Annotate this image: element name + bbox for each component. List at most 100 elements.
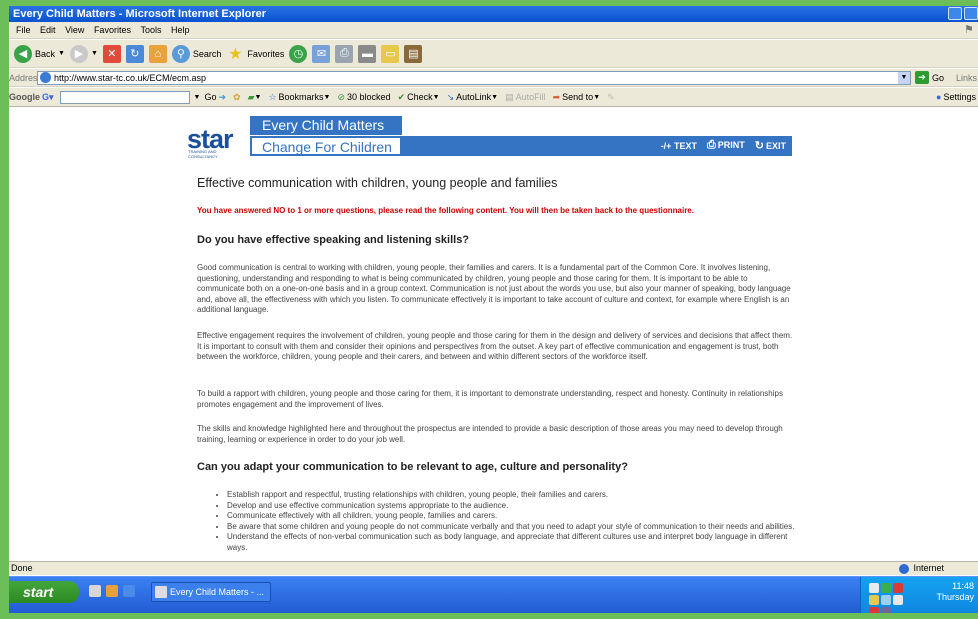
refresh-button[interactable]: ↻ (125, 43, 144, 65)
clock-day: Thursday (936, 592, 974, 602)
window-controls (948, 7, 978, 20)
back-label: Back (35, 48, 56, 59)
cfc-bar: Change For Children -/+ TEXT ⎙ PRINT ↻ EXI… (250, 136, 792, 156)
site-banner: star TRAINING AND CONSULTANCY Every Chil… (187, 116, 792, 159)
maximize-button[interactable] (964, 7, 978, 20)
tray-icon[interactable] (869, 607, 879, 613)
address-bar: Address http://www.star-tc.co.uk/ECM/ecm… (9, 69, 978, 87)
forward-arrow-icon: ▶ (69, 44, 88, 63)
tray-icon[interactable] (881, 607, 891, 613)
tray-icon[interactable] (869, 595, 879, 605)
menu-favorites[interactable]: Favorites (94, 22, 131, 39)
exit-label: EXIT (765, 141, 786, 151)
print-button[interactable]: ⎙ PRINT (707, 139, 745, 152)
section-title-adapt: Can you adapt your communication to be r… (197, 461, 628, 473)
mail-icon: ✉ (312, 44, 331, 63)
google-go-button[interactable]: ▼ Go ➜ (194, 92, 227, 103)
minimize-button[interactable] (948, 7, 962, 20)
discuss-button[interactable]: ▭ (381, 43, 400, 65)
stop-button[interactable]: ✕ (102, 43, 121, 65)
page-icon (40, 72, 51, 83)
go-button[interactable]: ➔ Go (915, 71, 944, 84)
home-button[interactable]: ⌂ (148, 43, 167, 65)
tray-icon[interactable] (869, 583, 879, 593)
pagerank-button[interactable]: ▰ ▼ (248, 92, 262, 103)
highlight-button[interactable]: ✎ (607, 92, 615, 103)
research-button[interactable]: ▤ (404, 43, 423, 65)
google-search-input[interactable] (59, 90, 190, 104)
outlook-icon[interactable] (106, 585, 118, 597)
ecm-title-bar: Every Child Matters (250, 116, 402, 135)
menu-view[interactable]: View (65, 22, 84, 39)
autolink-button[interactable]: ↘ AutoLink ▼ (447, 92, 499, 103)
text-size-button[interactable]: -/+ TEXT (661, 141, 697, 151)
search-button[interactable]: ⚲ Search (171, 43, 221, 65)
chevron-down-icon: ▼ (491, 93, 499, 101)
taskbar-item-ie[interactable]: Every Child Matters - ... (151, 582, 271, 602)
popup-blocker-button[interactable]: ⊘ 30 blocked (337, 92, 390, 103)
folder-icon: ▭ (381, 44, 400, 63)
ie-icon[interactable] (123, 585, 135, 597)
edit-button[interactable]: ▬ (358, 43, 377, 65)
paragraph-3: To build a rapport with children, young … (197, 389, 783, 409)
news-button[interactable]: ✿ (233, 92, 241, 103)
pagerank-icon: ▰ (247, 91, 255, 102)
menu-edit[interactable]: Edit (40, 22, 56, 39)
google-go-label: Go (204, 92, 217, 102)
list-item: Be aware that some children and young pe… (227, 522, 795, 533)
sendto-button[interactable]: ➦ Send to ▼ (553, 92, 601, 103)
favorites-button[interactable]: ★ Favorites (226, 43, 284, 65)
ecm-title: Every Child Matters (262, 117, 385, 133)
back-arrow-icon: ◀ (14, 44, 32, 63)
start-button[interactable]: start (9, 581, 79, 603)
google-toolbar: Google G▾ ▼ Go ➜ ✿ ▰ ▼ ☆ Bookmarks ▼ ⊘ 30… (9, 88, 978, 107)
list-item: Communicate effectively with all childre… (227, 511, 795, 522)
page-content: star TRAINING AND CONSULTANCY Every Chil… (9, 108, 978, 561)
standard-toolbar: ◀ Back ▼ ▶ ▼ ✕ ↻ ⌂ ⚲ Search ★ Favorites … (9, 40, 978, 68)
security-zone: Internet (899, 562, 944, 575)
refresh-icon: ↻ (125, 44, 144, 63)
chevron-down-icon[interactable]: ▼ (898, 71, 910, 84)
check-icon: ✔ (397, 91, 406, 102)
autofill-button[interactable]: ▤ AutoFill (505, 92, 546, 103)
list-item: Develop and use effective communication … (227, 501, 795, 512)
menu-file[interactable]: File (16, 22, 31, 39)
history-button[interactable]: ◷ (289, 43, 308, 65)
links-button[interactable]: Links (956, 73, 977, 83)
star-logo[interactable]: star TRAINING AND CONSULTANCY (187, 116, 247, 159)
clock-time: 11:48 (952, 581, 974, 591)
print-toolbar-button[interactable]: ⎙ (335, 43, 354, 65)
google-logo[interactable]: Google G▾ (9, 92, 54, 103)
windows-flag-icon: ⚑ (964, 24, 974, 36)
browser-window: Every Child Matters - Microsoft Internet… (9, 6, 978, 613)
section-title-speaking: Do you have effective speaking and liste… (197, 234, 470, 246)
page-title: Effective communication with children, y… (197, 176, 558, 190)
tray-icon[interactable] (893, 595, 903, 605)
menu-help[interactable]: Help (171, 22, 190, 39)
address-input[interactable]: http://www.star-tc.co.uk/ECM/ecm.asp ▼ (37, 70, 911, 85)
tray-icon[interactable] (881, 583, 891, 593)
bookmarks-button[interactable]: ☆ Bookmarks ▼ (268, 92, 330, 103)
address-url: http://www.star-tc.co.uk/ECM/ecm.asp (54, 72, 207, 83)
research-icon: ▤ (404, 44, 423, 63)
exit-button[interactable]: ↻ EXIT (755, 139, 786, 152)
forward-button[interactable]: ▶ ▼ (69, 43, 98, 65)
warning-message: You have answered NO to 1 or more questi… (197, 206, 694, 215)
settings-button[interactable]: ● Settings (936, 92, 976, 102)
search-icon: ⚲ (171, 44, 190, 63)
tray-icon[interactable] (893, 583, 903, 593)
status-text: Done (11, 563, 33, 573)
chevron-down-icon: ▼ (193, 93, 201, 101)
tray-icon[interactable] (881, 595, 891, 605)
back-button[interactable]: ◀ Back ▼ (14, 43, 65, 65)
spellcheck-button[interactable]: ✔ Check ▼ (398, 92, 440, 103)
desktop-icon[interactable] (89, 585, 101, 597)
favorites-label: Favorites (247, 48, 285, 59)
clock[interactable]: 11:48 Thursday (936, 581, 974, 603)
list-item: Understand the effects of non-verbal com… (227, 532, 795, 553)
print-label: PRINT (717, 140, 745, 150)
autolink-icon: ↘ (446, 91, 455, 102)
mail-button[interactable]: ✉ (312, 43, 331, 65)
history-icon: ◷ (289, 44, 308, 63)
menu-tools[interactable]: Tools (140, 22, 161, 39)
